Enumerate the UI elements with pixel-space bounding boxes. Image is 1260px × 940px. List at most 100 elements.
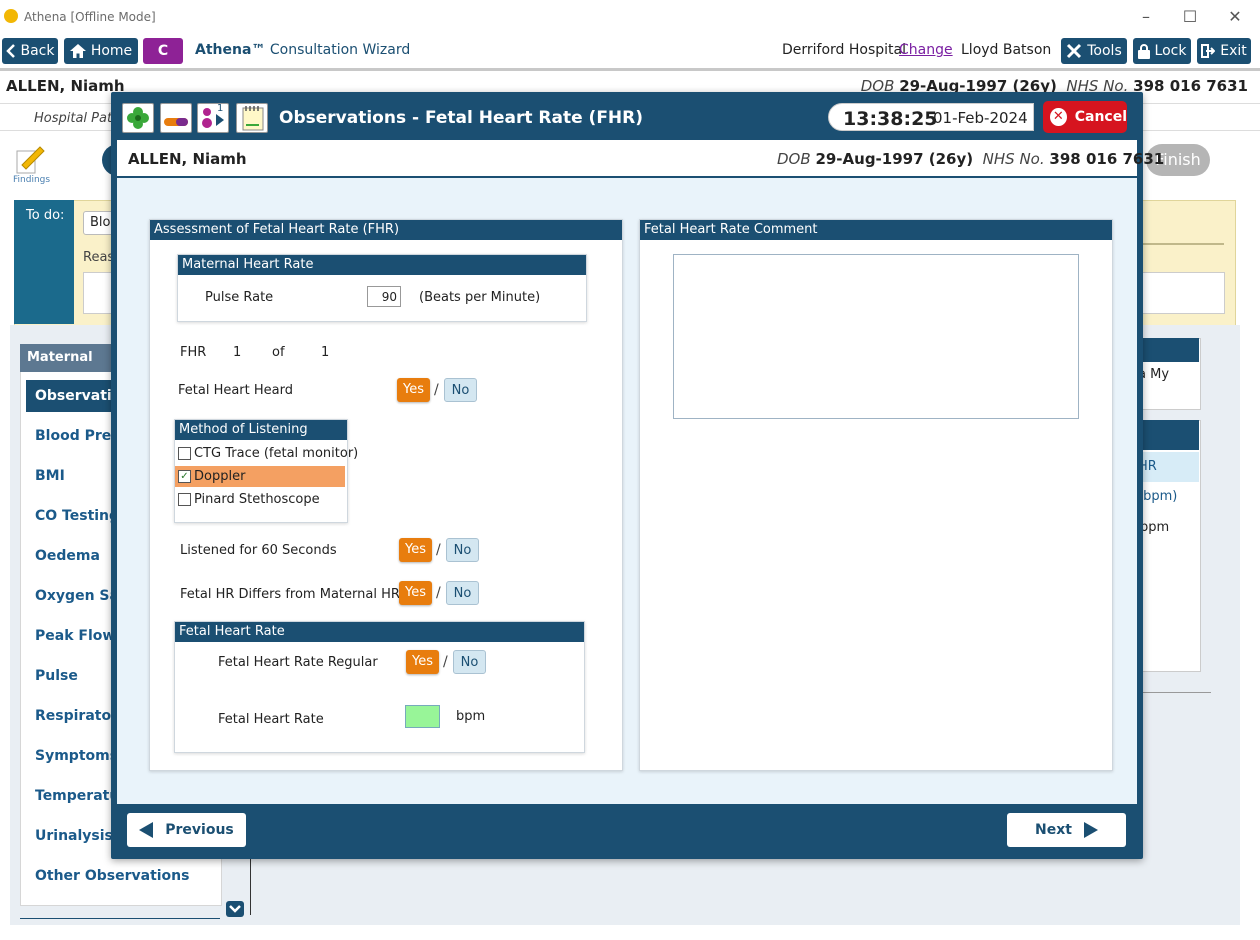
heard-no-button[interactable]: No [444,378,477,402]
back-button[interactable]: Back [2,38,58,64]
minimize-icon[interactable]: – [1132,6,1160,28]
todo-divider [1140,243,1224,245]
findings-icon[interactable] [14,145,46,175]
right-divider [1135,692,1211,693]
doppler-label: Doppler [194,469,246,484]
tools-label: Tools [1087,43,1122,59]
lock-label: Lock [1154,43,1187,59]
toolbar-divider [0,68,1260,71]
cancel-x-icon: ✕ [1050,108,1067,126]
patient-queue-icon[interactable]: 1 [197,103,229,133]
window-title: Athena [Offline Mode] [24,10,156,24]
app-logo-icon [4,9,18,23]
heard-slash: / [434,382,439,398]
modal-footer [117,804,1137,854]
fhr-total: 1 [321,345,330,360]
listened-no-button[interactable]: No [446,538,479,562]
maternal-header: Maternal Heart Rate [178,255,586,275]
findings-label: Findings [13,175,51,185]
nav-item-other-observations[interactable]: Other Observations [35,868,189,884]
right-card-1-header [1135,338,1199,362]
nav-bottom-line [20,918,220,919]
user-name: Lloyd Batson [961,42,1052,58]
findings-flower-icon[interactable] [122,103,154,133]
fhr-comment-textarea[interactable] [673,254,1079,419]
differs-no-button[interactable]: No [446,581,479,605]
fhr-rate-label: Fetal Heart Rate [218,712,324,727]
lock-icon [1137,43,1150,59]
fetal-heart-heard-label: Fetal Heart Heard [178,383,293,398]
maximize-icon[interactable]: ☐ [1176,6,1204,28]
previous-button[interactable]: Previous [127,813,246,847]
lock-button[interactable]: Lock [1133,38,1191,64]
comment-header: Fetal Heart Rate Comment [640,220,1112,240]
tools-button[interactable]: Tools [1061,38,1127,64]
todo-reason-label: Reas [83,250,115,265]
doppler-checkbox[interactable]: ✓ [178,470,191,483]
todo-label: To do: [26,208,65,223]
exit-label: Exit [1220,43,1247,59]
nav-item-co-testing[interactable]: CO Testing [35,508,119,524]
fhr-rate-input[interactable] [405,705,440,728]
differs-slash: / [436,585,441,601]
fhr-index: 1 [233,345,242,360]
wizard-title: Athena™ Consultation Wizard [195,42,411,58]
fetal-heart-rate-panel: Fetal Heart Rate [174,621,585,753]
modal-patient-name: ALLEN, Niamh [128,150,247,168]
fhr-regular-label: Fetal Heart Rate Regular [218,655,378,670]
pulse-rate-label: Pulse Rate [205,290,274,305]
medication-pill-icon[interactable] [160,103,192,133]
right-card-2-header [1135,420,1199,450]
right-card-2-value: bpm [1140,520,1170,535]
nav-item-bmi[interactable]: BMI [35,468,65,484]
previous-label: Previous [165,822,234,838]
nav-item-urinalysis[interactable]: Urinalysis [35,828,113,844]
differs-yes-button[interactable]: Yes [399,581,432,605]
close-window-icon[interactable]: ✕ [1221,6,1249,28]
next-label: Next [1035,822,1072,838]
clock-time: 13:38:25 [843,108,938,130]
change-hospital-link[interactable]: Change [899,42,953,58]
arrow-right-icon [1083,822,1098,838]
chevron-left-icon [5,44,15,58]
nav-item-symptoms[interactable]: Symptoms [35,748,118,764]
fhr-rate-unit: bpm [456,709,486,724]
icon-counter: 1 [217,103,224,114]
regular-yes-button[interactable]: Yes [406,650,439,674]
pinard-checkbox[interactable] [178,493,191,506]
right-card-2-subheader: HR (bpm) [1135,452,1199,504]
heard-yes-button[interactable]: Yes [397,378,430,402]
listened-slash: / [436,542,441,558]
hospital-name: Derriford Hospital [782,42,907,58]
fhr-of-label: of [272,345,285,360]
nav-item-peak-flow[interactable]: Peak Flow [35,628,115,644]
regular-no-button[interactable]: No [453,650,486,674]
home-button[interactable]: Home [64,38,138,64]
arrow-left-icon [139,822,154,838]
listened-60-label: Listened for 60 Seconds [180,543,337,558]
exit-button[interactable]: Exit [1197,38,1251,64]
notes-icon[interactable] [236,103,268,133]
differs-label: Fetal HR Differs from Maternal HR [180,587,400,602]
next-button[interactable]: Next [1007,813,1126,847]
modal-title: Observations - Fetal Heart Rate (FHR) [279,108,644,128]
patient-name: ALLEN, Niamh [6,77,125,95]
pulse-rate-input[interactable]: 90 [367,286,401,307]
nav-item-oedema[interactable]: Oedema [35,548,100,564]
pinard-label: Pinard Stethoscope [194,492,320,507]
fhr-label: FHR [180,345,207,360]
ctg-checkbox[interactable] [178,447,191,460]
assessment-header: Assessment of Fetal Heart Rate (FHR) [150,220,622,240]
back-label: Back [20,43,55,59]
ctg-label: CTG Trace (fetal monitor) [194,446,359,461]
listened-yes-button[interactable]: Yes [399,538,432,562]
nav-scroll-down-icon[interactable] [226,901,244,917]
cancel-button[interactable]: ✕ Cancel [1043,101,1127,133]
fhr-panel-header: Fetal Heart Rate [175,622,584,642]
home-label: Home [90,43,133,59]
modal-patient-identifiers: DOB 29-Aug-1997 (26y) NHS No. 398 016 76… [777,150,1165,168]
pulse-unit-label: (Beats per Minute) [419,290,541,305]
nav-item-pulse[interactable]: Pulse [35,668,78,684]
regular-slash: / [443,654,448,670]
c-button[interactable]: C [143,38,183,64]
